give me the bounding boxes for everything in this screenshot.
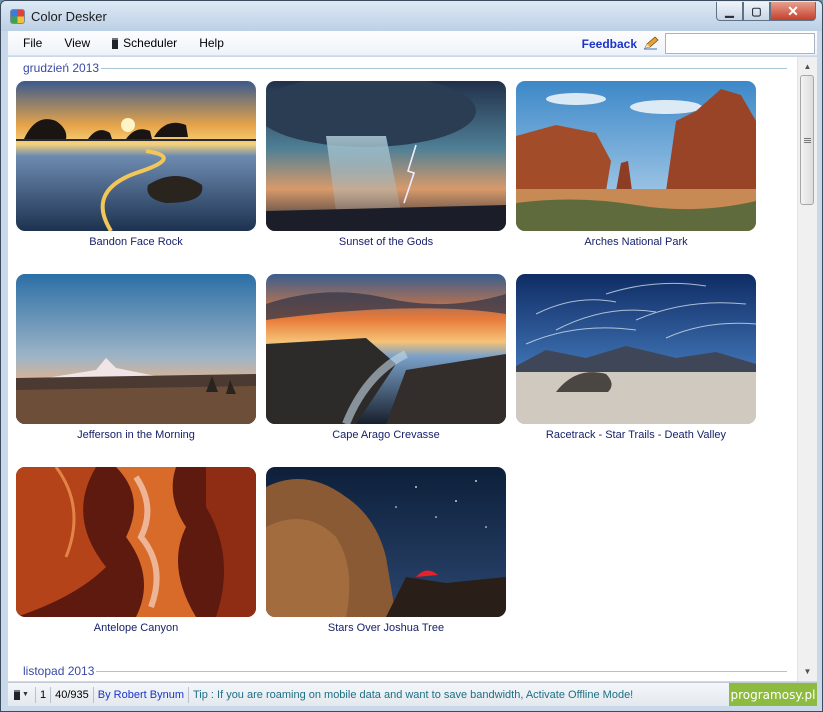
group-divider [101, 68, 787, 69]
status-count-a: 1 [36, 686, 52, 703]
wallpaper-tile[interactable]: Cape Arago Crevasse [266, 274, 506, 441]
menu-file[interactable]: File [8, 36, 53, 50]
menu-view-label: View [64, 36, 91, 50]
author-link[interactable]: By Robert Bynum [94, 686, 189, 703]
chevron-down-icon: ▼ [22, 691, 29, 698]
maximize-button[interactable]: ▢ [743, 2, 770, 21]
menu-help[interactable]: Help [188, 36, 235, 50]
menu-bar: File View Scheduler Help Feedback [8, 31, 817, 56]
wallpaper-thumbnail[interactable] [16, 467, 256, 617]
wallpaper-title: Antelope Canyon [93, 622, 179, 634]
status-bar: ▼ 1 40/935 By Robert Bynum Tip : If you … [8, 682, 817, 706]
feedback-link[interactable]: Feedback [582, 37, 637, 51]
group-header-november: listopad 2013 [23, 664, 95, 678]
scroll-down-arrow-icon[interactable]: ▼ [798, 663, 817, 680]
maximize-icon: ▢ [751, 5, 762, 18]
scrollbar-thumb[interactable] [800, 75, 814, 205]
wallpaper-title: Sunset of the Gods [338, 236, 434, 248]
wallpaper-thumbnail[interactable] [516, 81, 756, 231]
wallpaper-tile[interactable]: Racetrack - Star Trails - Death Valley [516, 274, 756, 441]
close-button[interactable]: ✕ [770, 2, 816, 21]
group-header-december: grudzień 2013 [23, 61, 100, 75]
minimize-icon: ▁ [725, 5, 734, 18]
title-bar[interactable]: Color Desker ▁ ▢ ✕ [1, 1, 822, 31]
wallpaper-title: Stars Over Joshua Tree [327, 622, 445, 634]
app-icon [10, 8, 25, 24]
vertical-scrollbar[interactable]: ▲ ▼ [797, 57, 817, 681]
wallpaper-tile[interactable]: Stars Over Joshua Tree [266, 467, 506, 634]
wallpaper-tile[interactable]: Antelope Canyon [16, 467, 256, 634]
close-icon: ✕ [787, 2, 799, 19]
window-title: Color Desker [31, 8, 107, 24]
wallpaper-title: Jefferson in the Morning [77, 429, 195, 441]
grip-icon [804, 138, 811, 143]
wallpaper-thumbnail[interactable] [516, 274, 756, 424]
scheduler-icon [112, 37, 119, 49]
wallpaper-title: Cape Arago Crevasse [332, 429, 440, 441]
search-input[interactable] [665, 33, 815, 54]
status-count-b: 40/935 [51, 686, 94, 703]
app-window: Color Desker ▁ ▢ ✕ File View Scheduler H… [0, 0, 823, 712]
menu-file-label: File [23, 36, 43, 50]
wallpaper-title: Bandon Face Rock [89, 236, 183, 248]
group-divider [96, 671, 787, 672]
window-controls: ▁ ▢ ✕ [716, 2, 816, 21]
wallpaper-thumbnail[interactable] [266, 81, 506, 231]
status-tip: Tip : If you are roaming on mobile data … [192, 688, 634, 701]
wallpaper-tile[interactable]: Arches National Park [516, 81, 756, 248]
menu-scheduler-label: Scheduler [123, 36, 178, 50]
wallpaper-thumbnail[interactable] [16, 81, 256, 231]
wallpaper-tile[interactable]: Sunset of the Gods [266, 81, 506, 248]
minimize-button[interactable]: ▁ [716, 2, 743, 21]
watermark-badge: programosy.pl [729, 683, 817, 706]
wallpaper-tile[interactable]: Jefferson in the Morning [16, 274, 256, 441]
menu-scheduler[interactable]: Scheduler [101, 36, 188, 50]
menu-view[interactable]: View [53, 36, 101, 50]
wallpaper-title: Arches National Park [584, 236, 688, 248]
wallpaper-thumbnail[interactable] [16, 274, 256, 424]
wallpaper-tile[interactable]: Bandon Face Rock [16, 81, 256, 248]
wallpaper-thumbnail[interactable] [266, 274, 506, 424]
scroll-up-arrow-icon[interactable]: ▲ [798, 58, 817, 75]
scheduler-icon [14, 689, 21, 700]
wallpaper-thumbnail[interactable] [266, 467, 506, 617]
wallpaper-title: Racetrack - Star Trails - Death Valley [545, 429, 727, 441]
status-scheduler-menu[interactable]: ▼ [8, 686, 36, 703]
wallpaper-gallery: grudzień 2013 Bandon Face Rock Sunset of… [8, 57, 797, 681]
pencil-icon[interactable] [643, 36, 659, 50]
menu-help-label: Help [199, 36, 224, 50]
